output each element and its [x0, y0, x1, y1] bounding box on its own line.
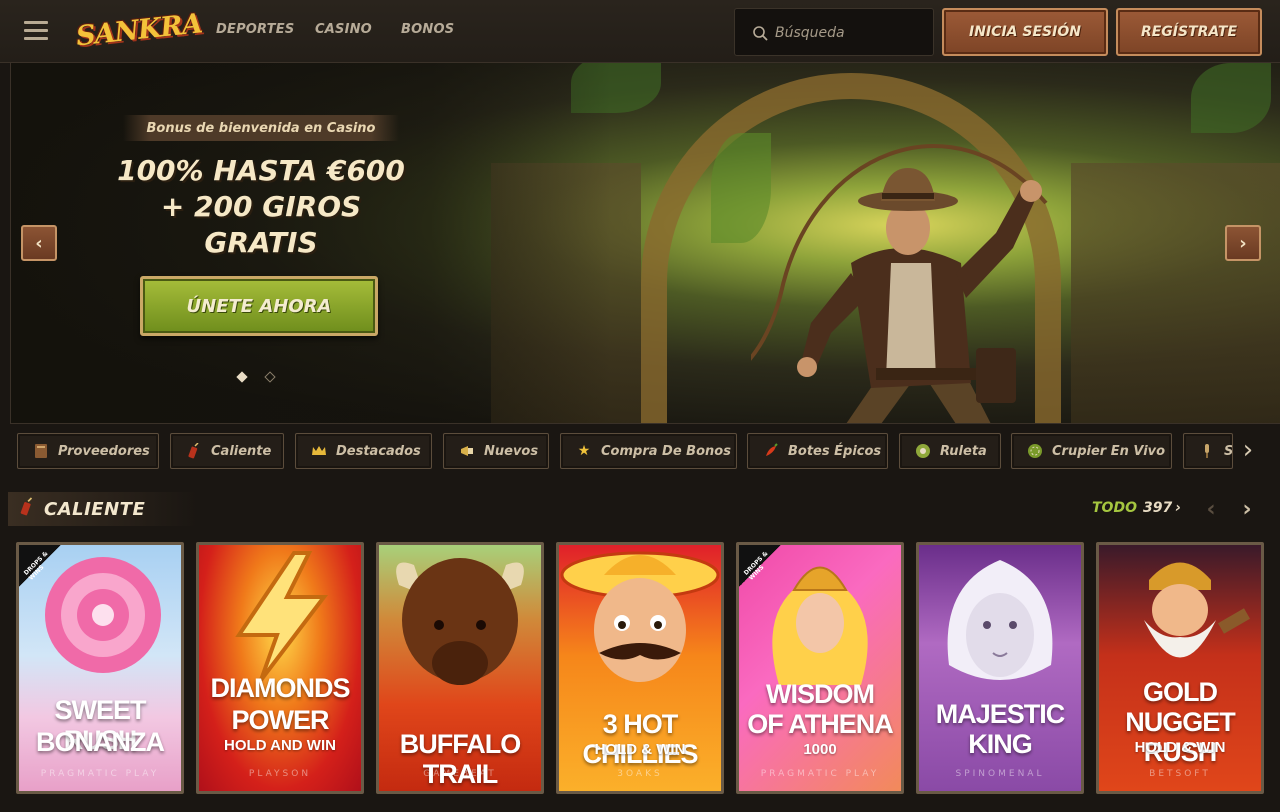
search-input[interactable] [775, 21, 925, 45]
chevron-right-icon: › [1239, 232, 1247, 254]
bonus-headline-line2: + 200 GIROS [160, 190, 362, 223]
chili-icon [762, 442, 780, 460]
section-header-caliente: CALIENTE [8, 492, 198, 526]
game-provider: PRAGMATIC PLAY [40, 769, 160, 779]
game-provider: GAMEBEAT [423, 769, 497, 779]
game-title: KING [968, 729, 1033, 759]
game-title: DIAMONDS [210, 673, 351, 703]
game-card-sweet-rush-bonanza[interactable]: DROPS & WINS SWEET RUSH BONANZA PRAGMATI… [16, 542, 184, 794]
megaphone-icon [458, 442, 476, 460]
view-all-label: TODO [1092, 500, 1137, 516]
hero-banner[interactable]: Bonus de bienvenida en Casino 100% HASTA… [10, 63, 1280, 424]
game-provider: SPINOMENAL [955, 769, 1045, 779]
chip-icon [1026, 442, 1044, 460]
join-now-button[interactable]: ÚNETE AHORA [140, 276, 378, 336]
nav-casino[interactable]: CASINO [315, 22, 372, 37]
game-title: 3 HOT CHILLIES [582, 709, 698, 769]
category-label: Crupier En Vivo [1052, 443, 1166, 459]
category-compra-de-bonos[interactable]: ★ Compra De Bonos [560, 433, 737, 469]
category-nuevos[interactable]: Nuevos [443, 433, 549, 469]
game-subtitle: HOLD & WIN [1134, 739, 1226, 756]
category-label: Nuevos [484, 443, 539, 459]
search-box[interactable] [734, 8, 934, 56]
category-proveedores[interactable]: Proveedores [17, 433, 159, 469]
view-all-link[interactable]: TODO 397 › [1092, 500, 1181, 516]
game-subtitle: HOLD AND WIN [224, 737, 336, 754]
game-provider: PRAGMATIC PLAY [760, 769, 880, 779]
category-label: Ruleta [940, 443, 987, 459]
game-title: NUGGET RUSH [1125, 707, 1236, 767]
crown-icon [310, 442, 328, 460]
nav-deportes[interactable]: DEPORTES [216, 22, 294, 37]
game-title: OF ATHENA [747, 709, 894, 739]
jungle-leaf [1191, 63, 1271, 133]
category-label: Destacados [336, 443, 421, 459]
game-provider: PLAYSON [248, 769, 312, 779]
game-card-wisdom-of-athena[interactable]: DROPS & WINS WISDOM OF ATHENA 1000 PRAGM… [736, 542, 904, 794]
section-next-button[interactable]: › [1236, 497, 1258, 523]
login-button[interactable]: INICIA SESIÓN [942, 8, 1108, 56]
game-provider: BETSOFT [1149, 769, 1211, 779]
star-icon: ★ [577, 443, 591, 459]
temple-stone-right [1071, 163, 1280, 423]
game-provider: 3OAKS [617, 769, 663, 779]
game-thumbnail [199, 545, 361, 791]
game-card-majestic-king[interactable]: MAJESTIC KING SPINOMENAL [916, 542, 1084, 794]
category-bar: Proveedores Caliente Destacados Nuevos ★… [0, 430, 1280, 472]
search-icon [753, 26, 768, 41]
category-label: Compra De Bonos [601, 443, 731, 459]
view-all-count: 397 [1142, 500, 1173, 516]
category-partial[interactable]: S [1183, 433, 1233, 469]
game-card-diamonds-power[interactable]: DIAMONDS POWER HOLD AND WIN PLAYSON [196, 542, 364, 794]
bonus-headline-line1: 100% HASTA €600 [117, 154, 405, 187]
category-label: Botes Épicos [788, 443, 882, 459]
sankra-logo[interactable]: SANKRA [74, 7, 204, 58]
nav-bonos[interactable]: BONOS [401, 22, 454, 37]
drops-wins-badge: DROPS & WINS [739, 545, 781, 587]
game-title: WISDOM [766, 679, 875, 709]
game-title: GOLD [1143, 677, 1218, 707]
game-title: BUFFALO TRAIL [399, 729, 522, 789]
game-subtitle: HOLD & WIN [594, 741, 686, 758]
hamburger-menu-icon[interactable] [24, 21, 48, 41]
explorer-character-illustration [751, 144, 1048, 423]
bonus-headline: 100% HASTA €600 + 200 GIROS GRATIS [101, 153, 421, 261]
category-caliente[interactable]: Caliente [170, 433, 284, 469]
chevron-right-icon: › [1175, 500, 1181, 516]
hero-prev-button[interactable]: ‹ [21, 225, 57, 261]
category-destacados[interactable]: Destacados [295, 433, 432, 469]
microphone-icon [1198, 442, 1216, 460]
category-label: Caliente [211, 443, 272, 459]
section-title: CALIENTE [44, 498, 146, 520]
bonus-headline-line3: GRATIS [204, 226, 318, 259]
hero-next-button[interactable]: › [1225, 225, 1261, 261]
game-title: MAJESTIC [935, 699, 1066, 729]
dynamite-icon [18, 497, 36, 521]
game-card-3-hot-chillies[interactable]: 3 HOT CHILLIES HOLD & WIN 3OAKS [556, 542, 724, 794]
game-title: BONANZA [36, 727, 165, 757]
category-botes-epicos[interactable]: Botes Épicos [747, 433, 888, 469]
section-prev-button[interactable]: ‹ [1200, 497, 1222, 523]
game-subtitle: 1000 [803, 741, 837, 758]
chevron-right-icon[interactable]: › [1236, 436, 1260, 466]
dynamite-icon [185, 442, 203, 460]
bonus-tag: Bonus de bienvenida en Casino [123, 115, 399, 141]
top-header: SANKRA DEPORTES CASINO BONOS INICIA SESI… [0, 0, 1280, 63]
chevron-left-icon: ‹ [35, 232, 43, 254]
category-ruleta[interactable]: Ruleta [899, 433, 1001, 469]
category-label: Proveedores [58, 443, 150, 459]
drops-wins-badge: DROPS & WINS [19, 545, 61, 587]
register-button[interactable]: REGÍSTRATE [1116, 8, 1262, 56]
roulette-icon [914, 442, 932, 460]
game-card-buffalo-trail[interactable]: BUFFALO TRAIL GAMEBEAT [376, 542, 544, 794]
game-title: POWER [231, 705, 329, 735]
category-label: S [1224, 443, 1233, 459]
game-card-gold-nugget-rush[interactable]: GOLD NUGGET RUSH HOLD & WIN BETSOFT [1096, 542, 1264, 794]
category-crupier-en-vivo[interactable]: Crupier En Vivo [1011, 433, 1172, 469]
book-icon [32, 442, 50, 460]
